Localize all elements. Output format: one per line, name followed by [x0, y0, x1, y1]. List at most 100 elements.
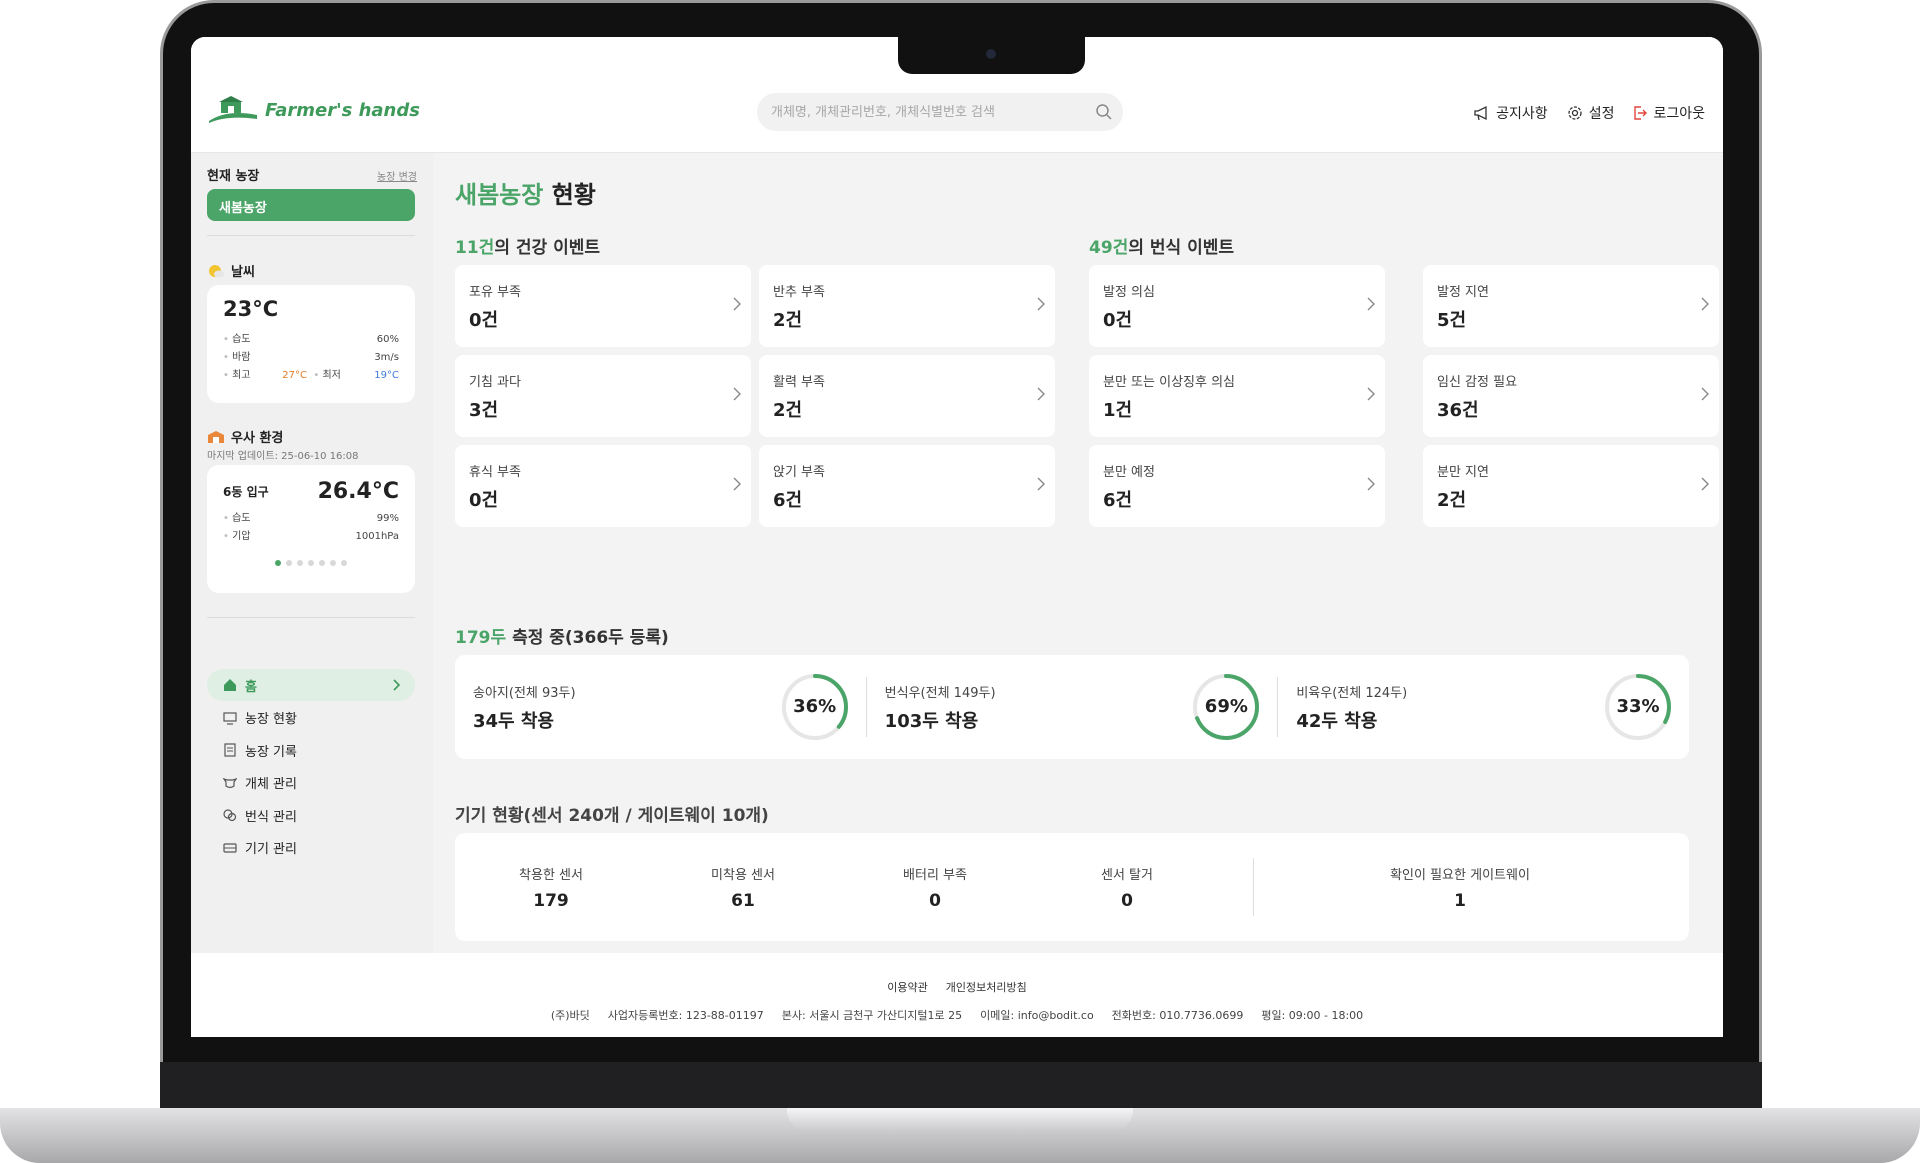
wear-sub: 비육우(전체 124두) [1296, 685, 1408, 701]
current-farm-pill[interactable]: 새봄농장 [207, 189, 415, 221]
logo[interactable]: Farmer's hands [207, 95, 420, 125]
weather-wind-row: 바람 3m/s [223, 349, 399, 367]
low-value: 19°C [374, 370, 399, 381]
page-title-rest: 현황 [551, 181, 596, 209]
document-icon [224, 743, 236, 757]
event-card[interactable]: 분만 예정 6건 [1089, 445, 1385, 527]
event-label: 기침 과다 [469, 375, 521, 390]
carousel-dot[interactable] [286, 560, 292, 566]
device-stat[interactable]: 배터리 부족 0 [839, 864, 1031, 911]
gateway-stat[interactable]: 확인이 필요한 게이트웨이 1 [1260, 864, 1660, 911]
barn-card[interactable]: 6동 입구 26.4°C 습도 99% 기압 1001hPa [207, 465, 415, 593]
health-count: 11건 [455, 238, 495, 258]
menu-item-breeding-management[interactable]: 번식 관리 [207, 799, 415, 831]
high-value: 27°C [282, 370, 307, 381]
health-title-rest: 의 건강 이벤트 [494, 238, 600, 258]
wear-main: 103두 착용 [884, 710, 979, 732]
menu-item-device-management[interactable]: 기기 관리 [207, 832, 415, 864]
event-count: 5건 [1437, 310, 1467, 331]
event-card[interactable]: 발정 의심 0건 [1089, 265, 1385, 347]
device-stat[interactable]: 센서 탈거 0 [1031, 864, 1223, 911]
notice-button[interactable]: 공지사항 [1473, 103, 1548, 123]
event-count: 36건 [1437, 400, 1479, 421]
chevron-right-icon [733, 387, 741, 401]
event-card[interactable]: 활력 부족 2건 [759, 355, 1055, 437]
search-input[interactable] [757, 93, 1077, 131]
event-label: 발정 지연 [1437, 285, 1489, 300]
carousel-dot[interactable] [319, 560, 325, 566]
carousel-dot[interactable] [275, 560, 281, 566]
humidity-label: 습도 [223, 331, 250, 349]
menu-item-home[interactable]: 홈 [207, 669, 415, 701]
footer-info-item: (주)바딧 [550, 1009, 590, 1022]
farm-change-link[interactable]: 농장 변경 [377, 168, 417, 183]
ring-percent: 69% [1204, 696, 1248, 717]
settings-button[interactable]: 설정 [1566, 103, 1615, 123]
wear-stat[interactable]: 비육우(전체 124두) 42두 착용 33% [1277, 674, 1689, 740]
terms-link[interactable]: 이용약관 [887, 979, 927, 995]
wind-label: 바람 [223, 349, 250, 367]
chevron-right-icon [1037, 477, 1045, 491]
menu-label: 번식 관리 [245, 809, 297, 825]
logout-button[interactable]: 로그아웃 [1632, 103, 1705, 123]
menu-item-farm-status[interactable]: 농장 현황 [207, 702, 415, 734]
event-count: 3건 [469, 400, 499, 421]
footer-info-item: 평일: 09:00 - 18:00 [1261, 1009, 1364, 1022]
device-stat[interactable]: 착용한 센서 179 [455, 864, 647, 911]
footer-info-item: 사업자등록번호: 123-88-01197 [607, 1009, 764, 1022]
device-stat-value: 0 [929, 890, 941, 911]
privacy-link[interactable]: 개인정보처리방침 [946, 979, 1027, 995]
event-card[interactable]: 포유 부족 0건 [455, 265, 751, 347]
search-bar[interactable] [757, 93, 1123, 131]
ring-percent: 36% [793, 696, 837, 717]
carousel-dot[interactable] [341, 560, 347, 566]
event-count: 1건 [1103, 400, 1133, 421]
settings-label: 설정 [1588, 106, 1615, 122]
event-card[interactable]: 임신 감정 필요 36건 [1423, 355, 1719, 437]
device-stat-label: 착용한 센서 [519, 867, 583, 883]
carousel-dots [223, 560, 399, 566]
event-card[interactable]: 앉기 부족 6건 [759, 445, 1055, 527]
event-card[interactable]: 분만 지연 2건 [1423, 445, 1719, 527]
footer-info-item: 이메일: info@bodit.co [980, 1009, 1094, 1022]
barn-name: 6동 입구 [223, 485, 269, 499]
chevron-right-icon [393, 679, 401, 691]
carousel-dot[interactable] [308, 560, 314, 566]
barn-title-label: 우사 환경 [231, 431, 284, 446]
wear-stat[interactable]: 번식우(전체 149두) 103두 착용 69% [865, 674, 1278, 740]
carousel-dot[interactable] [297, 560, 303, 566]
barn-title: 우사 환경 [207, 427, 283, 446]
carousel-dot[interactable] [330, 560, 336, 566]
chevron-right-icon [733, 297, 741, 311]
event-card[interactable]: 휴식 부족 0건 [455, 445, 751, 527]
laptop-groove [787, 1108, 1133, 1132]
wear-stat[interactable]: 송아지(전체 93두) 34두 착용 36% [455, 674, 866, 740]
device-stat[interactable]: 미착용 센서 61 [647, 864, 839, 911]
footer-info-item: 본사: 서울시 금천구 가산디지털1로 25 [781, 1009, 963, 1022]
device-stat-label: 배터리 부족 [903, 867, 967, 883]
chevron-right-icon [1037, 387, 1045, 401]
event-card[interactable]: 분만 또는 이상징후 의심 1건 [1089, 355, 1385, 437]
event-card[interactable]: 반추 부족 2건 [759, 265, 1055, 347]
health-events-grid: 포유 부족 0건 반추 부족 2건 기침 과다 3건 활력 부족 2건 휴식 부족 0건 앉기 부족… [455, 265, 1055, 527]
event-card[interactable]: 기침 과다 3건 [455, 355, 751, 437]
chevron-right-icon [1367, 387, 1375, 401]
menu-item-farm-record[interactable]: 농장 기록 [207, 734, 415, 766]
event-card[interactable]: 발정 지연 5건 [1423, 265, 1719, 347]
barn-pressure-label: 기압 [223, 528, 250, 546]
event-count: 6건 [1103, 490, 1133, 511]
menu-label: 농장 기록 [245, 744, 297, 760]
event-label: 휴식 부족 [469, 465, 521, 480]
search-icon[interactable] [1095, 103, 1113, 121]
footer: 이용약관 개인정보처리방침 (주)바딧 사업자등록번호: 123-88-0119… [191, 953, 1723, 1037]
gear-icon [1568, 106, 1582, 120]
event-count: 2건 [773, 400, 803, 421]
menu-item-animal-management[interactable]: 개체 관리 [207, 767, 415, 799]
wear-main: 42두 착용 [1296, 710, 1378, 732]
wind-value: 3m/s [374, 352, 399, 363]
barn-pressure-row: 기압 1001hPa [223, 528, 399, 546]
progress-ring: 69% [1191, 672, 1261, 742]
event-count: 2건 [1437, 490, 1467, 511]
measuring-title: 179두 측정 중(366두 등록) [455, 623, 669, 648]
event-label: 앉기 부족 [773, 465, 825, 480]
